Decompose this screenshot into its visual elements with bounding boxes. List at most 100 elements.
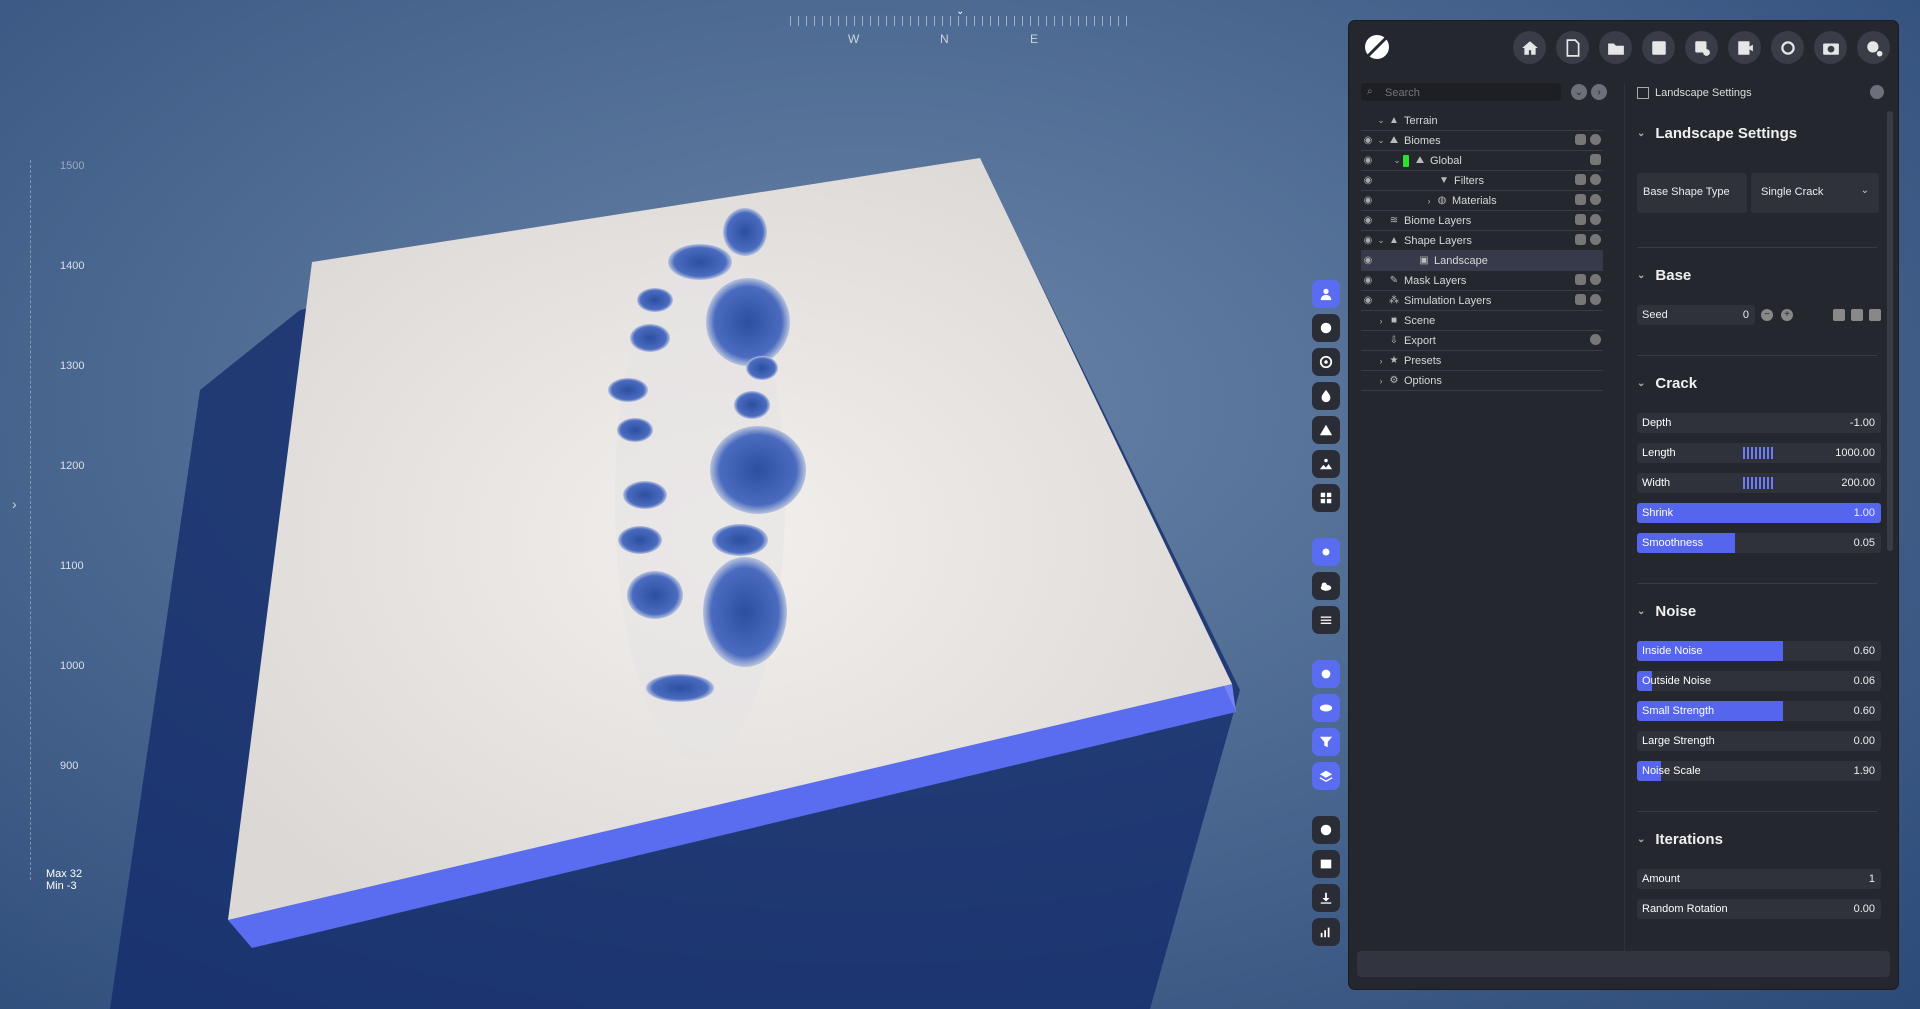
eye-icon[interactable]: ◉ (1361, 295, 1375, 306)
settings-icon[interactable] (1312, 660, 1340, 688)
slider-length[interactable]: Length 1000.00 (1637, 443, 1881, 463)
slider-width[interactable]: Width 200.00 (1637, 473, 1881, 493)
sun-icon[interactable] (1312, 538, 1340, 566)
slider-depth[interactable]: Depth -1.00 (1637, 413, 1881, 433)
add-icon[interactable] (1590, 134, 1601, 145)
add-icon[interactable] (1590, 214, 1601, 225)
seed-field[interactable]: Seed 0 (1637, 305, 1755, 325)
refresh-icon[interactable] (1771, 31, 1804, 64)
tree-item-presets[interactable]: › ★ Presets (1361, 351, 1603, 371)
increment-icon[interactable]: + (1781, 309, 1793, 321)
section-crack[interactable]: ⌄ Crack (1633, 375, 1697, 392)
chevron-right-icon[interactable]: › (1375, 376, 1387, 386)
chevron-down-icon[interactable]: ⌄ (1391, 155, 1403, 166)
fire-icon[interactable] (1312, 382, 1340, 410)
add-icon[interactable] (1590, 234, 1601, 245)
slider-large-strength[interactable]: Large Strength 0.00 (1637, 731, 1881, 751)
download-icon[interactable] (1312, 884, 1340, 912)
slider-inside-noise[interactable]: Inside Noise 0.60 (1637, 641, 1881, 661)
list-icon[interactable] (1869, 309, 1881, 321)
tree-item-terrain[interactable]: ⌄ ▲ Terrain (1361, 111, 1603, 131)
random-icon[interactable] (1833, 309, 1845, 321)
drag-handle[interactable] (1743, 447, 1775, 459)
wind-icon[interactable] (1312, 606, 1340, 634)
terrain-icon[interactable] (1312, 450, 1340, 478)
eye-icon[interactable]: ◉ (1361, 195, 1375, 206)
chevron-down-icon[interactable]: ⌄ (1375, 135, 1387, 146)
person-icon[interactable] (1312, 280, 1340, 308)
search-input[interactable] (1383, 85, 1557, 101)
eye-icon[interactable]: ◉ (1361, 155, 1375, 166)
new-file-icon[interactable] (1556, 31, 1589, 64)
layers-icon[interactable] (1590, 154, 1601, 165)
eye-icon[interactable]: ◉ (1361, 135, 1375, 146)
tree-item-biome-layers[interactable]: ◉ ≋ Biome Layers (1361, 211, 1603, 231)
tree-item-options[interactable]: › ⚙ Options (1361, 371, 1603, 391)
layers-icon[interactable] (1312, 762, 1340, 790)
panel-divider[interactable] (1624, 83, 1625, 963)
tree-item-shape-layers[interactable]: ◉ ⌄ ▲ Shape Layers (1361, 231, 1603, 251)
collapse-all-icon[interactable]: ⌄ (1571, 84, 1587, 100)
expand-left-icon[interactable]: › (12, 496, 17, 512)
save-icon[interactable] (1851, 309, 1863, 321)
add-icon[interactable] (1590, 294, 1601, 305)
settings-scrollbar[interactable] (1887, 111, 1893, 551)
chevron-right-icon[interactable]: › (1423, 196, 1435, 206)
cloud-icon[interactable] (1312, 572, 1340, 600)
folder-icon[interactable] (1575, 234, 1586, 245)
eye-icon[interactable]: ◉ (1361, 275, 1375, 286)
eye-icon[interactable]: ◉ (1361, 255, 1375, 266)
slider-amount[interactable]: Amount 1 (1637, 869, 1881, 889)
slider-noise-scale[interactable]: Noise Scale 1.90 (1637, 761, 1881, 781)
chevron-right-icon[interactable]: › (1375, 316, 1387, 326)
eye-icon[interactable] (1312, 694, 1340, 722)
save-icon[interactable] (1642, 31, 1675, 64)
eye-icon[interactable]: ◉ (1361, 235, 1375, 246)
gear-icon[interactable] (1870, 85, 1884, 99)
image-icon[interactable] (1312, 850, 1340, 878)
globe-icon[interactable] (1312, 314, 1340, 342)
slider-smoothness[interactable]: Smoothness 0.05 (1637, 533, 1881, 553)
tree-item-biomes[interactable]: ◉ ⌄ ⛰ Biomes (1361, 131, 1603, 151)
help-icon[interactable] (1857, 31, 1890, 64)
add-icon[interactable] (1590, 334, 1601, 345)
chart-icon[interactable] (1312, 918, 1340, 946)
add-icon[interactable] (1590, 274, 1601, 285)
tree-item-export[interactable]: ⇩ Export (1361, 331, 1603, 351)
screenshot-icon[interactable] (1814, 31, 1847, 64)
folder-icon[interactable] (1575, 174, 1586, 185)
add-icon[interactable] (1590, 174, 1601, 185)
slider-outside-noise[interactable]: Outside Noise 0.06 (1637, 671, 1881, 691)
slider-shrink[interactable]: Shrink 1.00 (1637, 503, 1881, 523)
tree-item-mask-layers[interactable]: ◉ ✎ Mask Layers (1361, 271, 1603, 291)
chevron-right-icon[interactable]: › (1375, 356, 1387, 366)
folder-icon[interactable] (1575, 134, 1586, 145)
section-base[interactable]: ⌄ Base (1633, 267, 1691, 284)
chevron-down-icon[interactable]: ⌄ (1375, 235, 1387, 246)
record-icon[interactable] (1312, 816, 1340, 844)
home-icon[interactable] (1513, 31, 1546, 64)
section-iterations[interactable]: ⌄ Iterations (1633, 831, 1723, 848)
expand-all-icon[interactable]: › (1591, 84, 1607, 100)
tree-item-landscape[interactable]: ◉ ▣ Landscape (1361, 251, 1603, 271)
filter-icon[interactable] (1312, 728, 1340, 756)
folder-icon[interactable] (1575, 194, 1586, 205)
slider-small-strength[interactable]: Small Strength 0.60 (1637, 701, 1881, 721)
section-landscape-settings[interactable]: ⌄ Landscape Settings (1633, 125, 1797, 142)
section-noise[interactable]: ⌄ Noise (1633, 603, 1696, 620)
folder-icon[interactable] (1575, 274, 1586, 285)
decrement-icon[interactable]: − (1761, 309, 1773, 321)
open-folder-icon[interactable] (1599, 31, 1632, 64)
slider-random-rotation[interactable]: Random Rotation 0.00 (1637, 899, 1881, 919)
tree-item-simulation-layers[interactable]: ◉ ⁂ Simulation Layers (1361, 291, 1603, 311)
export-icon[interactable] (1728, 31, 1761, 64)
mountain-icon[interactable] (1312, 416, 1340, 444)
tree-item-global[interactable]: ◉ ⌄ ⛰ Global (1361, 151, 1603, 171)
chevron-down-icon[interactable]: ⌄ (1375, 115, 1387, 126)
folder-icon[interactable] (1575, 214, 1586, 225)
tree-item-scene[interactable]: › ■ Scene (1361, 311, 1603, 331)
folder-icon[interactable] (1575, 294, 1586, 305)
base-shape-dropdown[interactable]: Single Crack ⌄ (1751, 173, 1879, 213)
eye-icon[interactable]: ◉ (1361, 175, 1375, 186)
save-as-icon[interactable] (1685, 31, 1718, 64)
